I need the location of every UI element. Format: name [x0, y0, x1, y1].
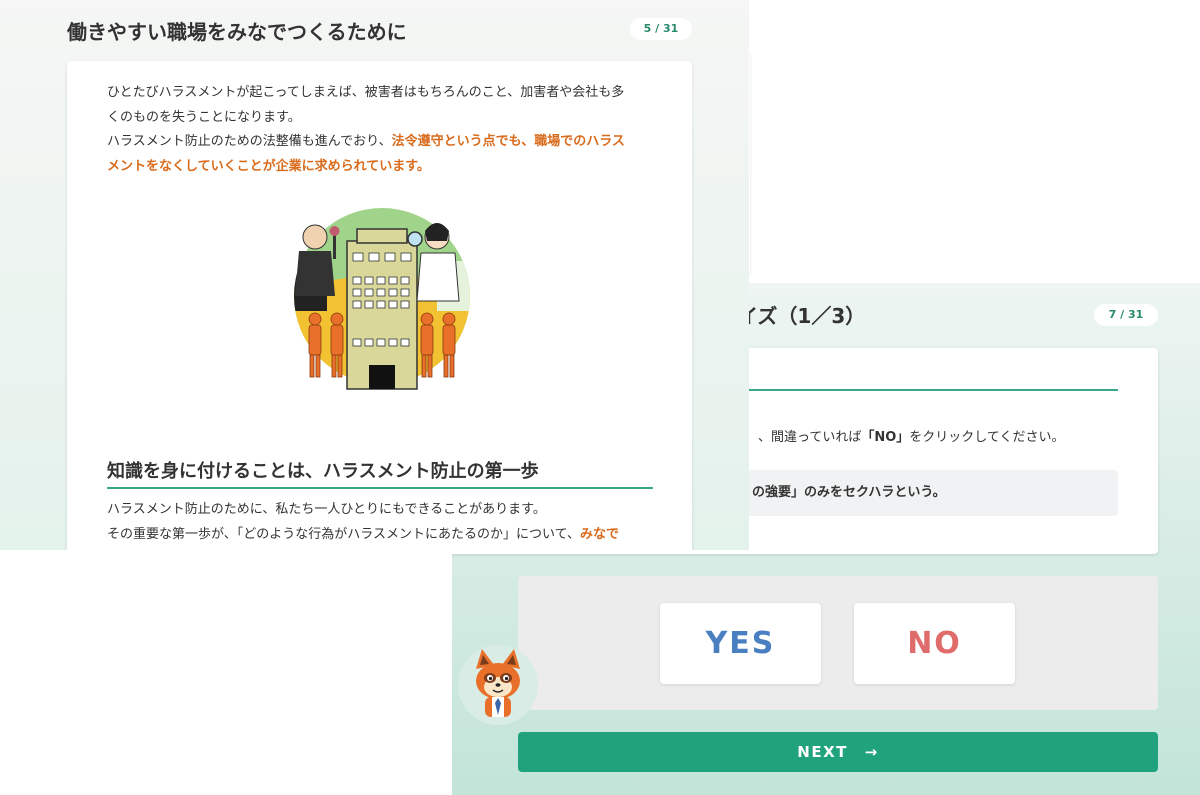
quiz-instruction: 、間違っていれば「NO」をクリックしてください。 — [758, 430, 1065, 445]
next-label: NEXT — [797, 743, 848, 761]
section-rule — [107, 487, 653, 489]
raccoon-mascot-icon — [458, 645, 538, 725]
lesson-title: 働きやすい職場をみなでつくるために — [67, 20, 407, 44]
next-button[interactable]: NEXT → — [518, 732, 1158, 772]
instruction-no-label: 「NO」 — [861, 430, 910, 445]
harassment-illustration — [287, 201, 477, 391]
no-button[interactable]: NO — [854, 603, 1015, 684]
paragraph-2: ハラスメント防止のための法整備も進んでおり、法令遵守という点でも、職場でのハラス… — [107, 134, 625, 174]
quiz-title-rule — [738, 389, 1118, 391]
paragraph-1: ひとたびハラスメントが起こってしまえば、被害者はもちろんのこと、加害者や会社も多… — [107, 85, 625, 125]
lesson-page: 働きやすい職場をみなでつくるために 5 / 31 ひとたびハラスメントが起こって… — [0, 0, 749, 550]
quiz-title: イズ（1／3） — [738, 304, 866, 328]
quiz-statement: の強要」のみをセクハラという。 — [738, 470, 1118, 516]
arrow-right-icon: → — [864, 743, 879, 761]
section-heading: 知識を身に付けることは、ハラスメント防止の第一歩 — [107, 461, 539, 482]
lesson-page-indicator: 5 / 31 — [630, 18, 692, 40]
quiz-page-indicator: 7 / 31 — [1094, 304, 1158, 326]
lesson-content-card: ひとたびハラスメントが起こってしまえば、被害者はもちろんのこと、加害者や会社も多… — [67, 61, 692, 550]
paragraph-3: ハラスメント防止のために、私たち一人ひとりにもできることがあります。 その重要な… — [107, 502, 619, 542]
answer-area: YES NO — [518, 576, 1158, 710]
yes-button[interactable]: YES — [660, 603, 821, 684]
